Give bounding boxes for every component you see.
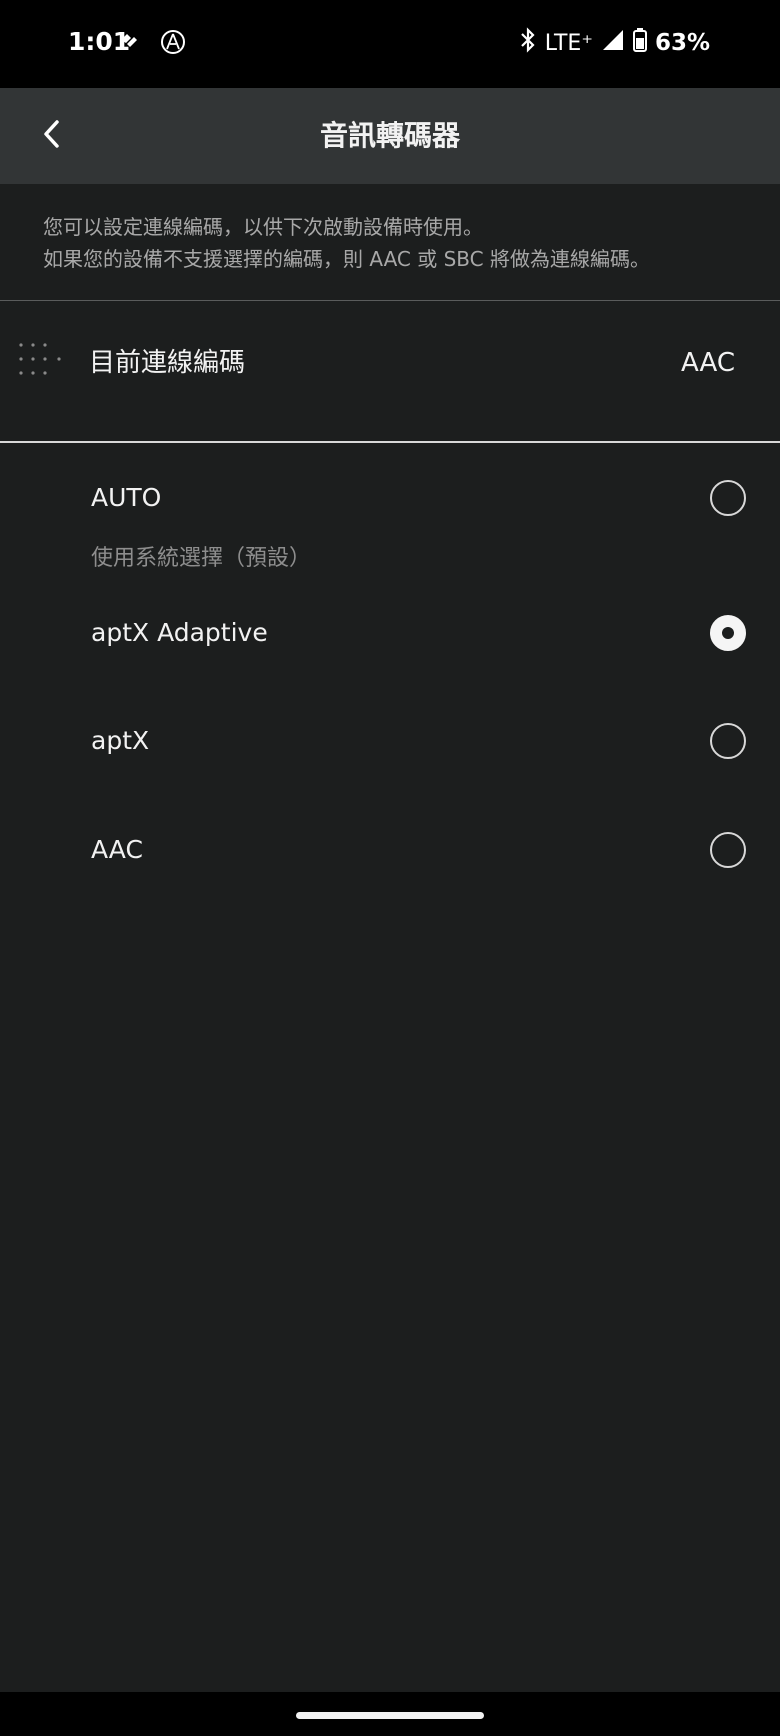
- option-label: aptX Adaptive: [91, 618, 268, 647]
- current-codec-row: 目前連線編碼 AAC: [0, 301, 780, 425]
- battery-percentage: 63%: [654, 30, 710, 56]
- description-text: 您可以設定連線編碼，以供下次啟動設備時使用。 如果您的設備不支援選擇的編碼，則 …: [43, 211, 753, 275]
- codec-option-auto[interactable]: AUTO: [0, 463, 780, 533]
- network-type: LTE⁺: [544, 30, 593, 56]
- app-bar: 音訊轉碼器: [0, 88, 780, 184]
- description-line-2: 如果您的設備不支援選擇的編碼，則 AAC 或 SBC 將做為連線編碼。: [43, 247, 650, 271]
- radio-button[interactable]: [710, 615, 746, 651]
- status-right: LTE⁺ 63%: [519, 27, 710, 59]
- radio-button[interactable]: [710, 480, 746, 516]
- bluetooth-icon: [519, 27, 537, 59]
- codec-option-aac[interactable]: AAC: [0, 815, 780, 885]
- divider: [0, 441, 780, 443]
- status-left-icons: [118, 30, 186, 58]
- option-label: aptX: [91, 726, 150, 755]
- radio-button[interactable]: [710, 723, 746, 759]
- home-indicator[interactable]: [296, 1712, 484, 1719]
- drag-handle-icon: [18, 341, 66, 377]
- option-label: AUTO: [91, 483, 162, 512]
- option-sublabel: 使用系統選擇（預設）: [91, 546, 312, 571]
- radio-button[interactable]: [710, 832, 746, 868]
- codec-option-aptx-adaptive[interactable]: aptX Adaptive: [0, 598, 780, 668]
- signal-icon: [601, 28, 625, 58]
- shield-check-icon: [118, 31, 140, 57]
- battery-icon: [632, 28, 647, 58]
- audio-technica-logo-icon: [160, 29, 186, 59]
- back-button[interactable]: [22, 106, 82, 166]
- page-title: 音訊轉碼器: [319, 119, 460, 152]
- codec-option-aptx[interactable]: aptX: [0, 706, 780, 776]
- description-line-1: 您可以設定連線編碼，以供下次啟動設備時使用。: [43, 215, 483, 239]
- status-bar: 1:01 LTE⁺ 63%: [0, 0, 780, 88]
- current-codec-value: AAC: [681, 348, 735, 378]
- current-codec-label: 目前連線編碼: [89, 348, 246, 378]
- option-label: AAC: [91, 835, 143, 864]
- chevron-left-icon: [40, 119, 64, 153]
- navigation-bar: [0, 1692, 780, 1736]
- content-area: 您可以設定連線編碼，以供下次啟動設備時使用。 如果您的設備不支援選擇的編碼，則 …: [0, 184, 780, 1692]
